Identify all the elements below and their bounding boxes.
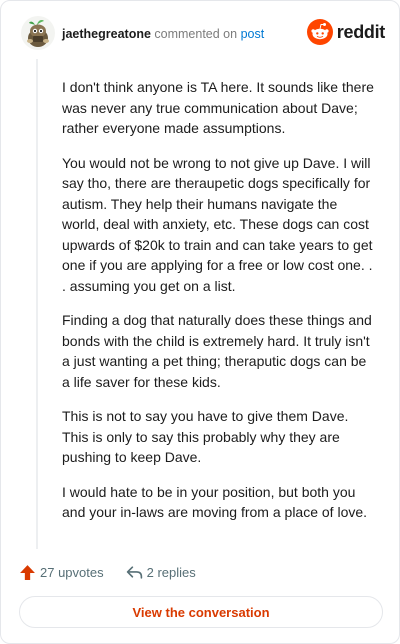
avatar-icon[interactable] xyxy=(21,16,55,50)
post-link[interactable]: post xyxy=(241,27,265,41)
upvote-button[interactable]: 27 upvotes xyxy=(19,564,104,581)
comment-paragraph: You would not be wrong to not give up Da… xyxy=(62,154,373,294)
thread-line xyxy=(36,59,38,549)
reddit-snoo-icon xyxy=(306,19,333,45)
upvote-count: 27 upvotes xyxy=(40,564,104,580)
comment-header: jaethegreatone commented on post reddit xyxy=(19,16,385,52)
comment-body: I don't think anyone is TA here. It soun… xyxy=(62,77,374,537)
comment-paragraph: I don't think anyone is TA here. It soun… xyxy=(62,79,374,136)
comment-paragraph: This is not to say you have to give them… xyxy=(62,408,349,465)
view-conversation-button[interactable]: View the conversation xyxy=(19,596,383,628)
comment-actions: 27 upvotes 2 replies xyxy=(19,561,218,583)
reply-arrow-icon xyxy=(126,565,142,579)
comment-paragraph: I would hate to be in your position, but… xyxy=(62,483,368,521)
username[interactable]: jaethegreatone xyxy=(62,27,151,41)
reddit-wordmark: reddit xyxy=(336,21,386,42)
reply-count: 2 replies xyxy=(146,564,196,580)
replies-button[interactable]: 2 replies xyxy=(126,564,196,581)
action-text: commented on xyxy=(154,27,238,41)
comment-embed-card: jaethegreatone commented on post reddit … xyxy=(0,0,400,644)
comment-byline: jaethegreatone commented on post xyxy=(62,27,264,41)
upvote-arrow-icon xyxy=(20,564,35,580)
comment-paragraph: Finding a dog that naturally does these … xyxy=(62,312,372,390)
reddit-logo[interactable]: reddit xyxy=(306,19,386,45)
